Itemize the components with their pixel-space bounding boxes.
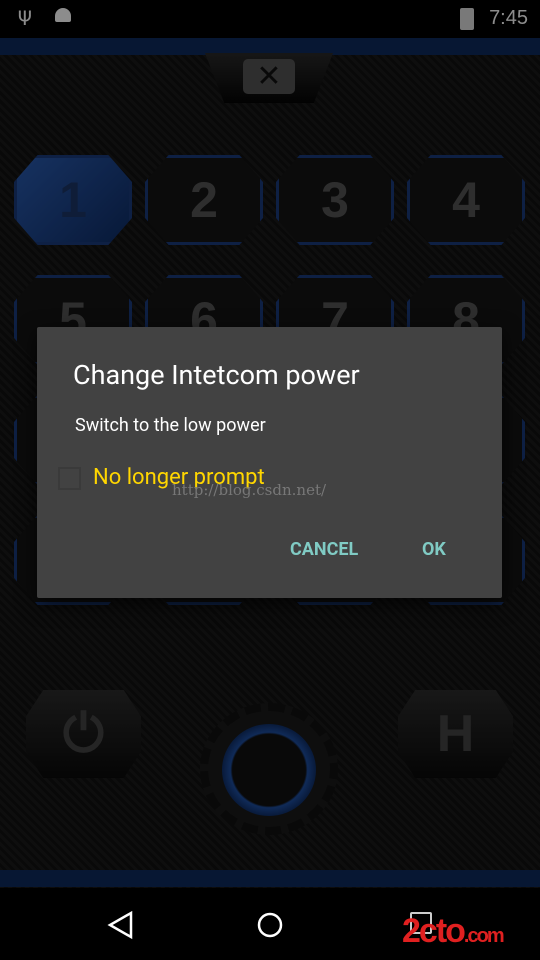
home-icon[interactable] <box>255 910 285 940</box>
watermark: http://blog.csdn.net/ <box>172 481 327 499</box>
dialog-title: Change Intetcom power <box>73 359 360 391</box>
cancel-button[interactable]: CANCEL <box>290 539 358 560</box>
no-longer-prompt-checkbox[interactable] <box>58 467 81 490</box>
back-icon[interactable] <box>106 910 136 940</box>
ok-button[interactable]: OK <box>422 539 446 560</box>
power-dialog: Change Intetcom power Switch to the low … <box>37 327 502 598</box>
2cto-logo: 2cto.com <box>402 912 505 950</box>
dialog-message: Switch to the low power <box>75 415 266 436</box>
